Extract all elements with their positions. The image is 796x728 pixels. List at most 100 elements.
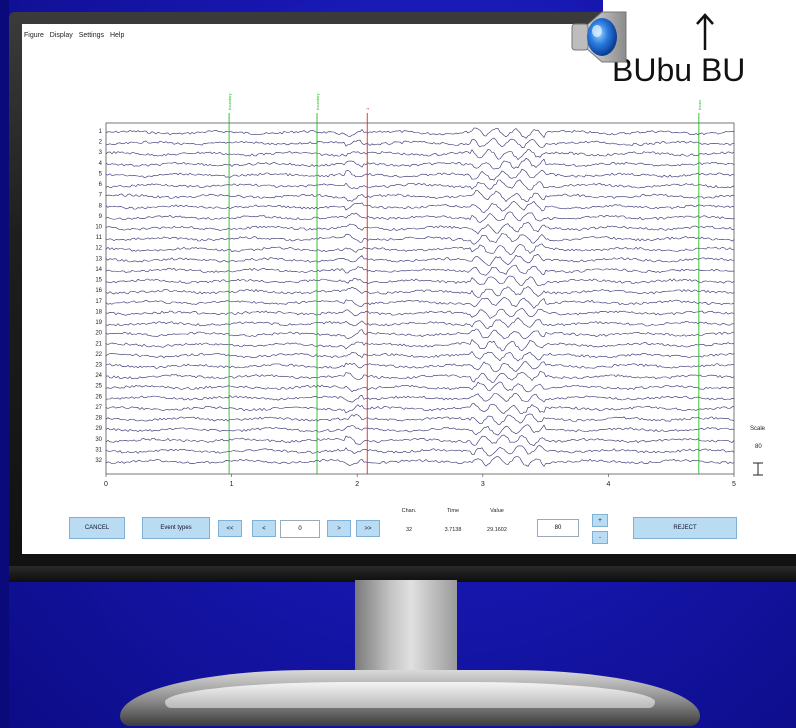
- eeg-trace: [105, 456, 735, 467]
- monitor-stand-base-top: [165, 682, 655, 708]
- channel-label: 15: [95, 278, 102, 284]
- callout-text: BUbu BU: [612, 52, 746, 88]
- event-label: 1: [365, 107, 370, 110]
- value-value: 29.1602: [487, 527, 507, 533]
- channel-label: 3: [99, 150, 103, 156]
- speaker-icon[interactable]: [568, 4, 632, 70]
- eeg-trace: [105, 381, 735, 393]
- channel-label: 25: [95, 384, 102, 390]
- channel-label: 24: [95, 373, 102, 379]
- event-types-button[interactable]: Event types: [142, 517, 210, 539]
- eeg-trace: [105, 179, 735, 191]
- scale-value: 80: [755, 444, 762, 450]
- last-page-button[interactable]: >>: [356, 520, 380, 537]
- channel-label: 21: [95, 341, 102, 347]
- eeg-trace: [105, 413, 735, 425]
- x-tick-label: 5: [732, 481, 736, 488]
- channel-label: 12: [95, 246, 102, 252]
- channel-label: 1: [99, 129, 103, 135]
- event-label: boundary: [227, 93, 232, 110]
- x-tick-label: 3: [481, 481, 485, 488]
- eeg-trace: [105, 221, 734, 235]
- event-label: boundary: [315, 93, 320, 110]
- channel-label: 9: [99, 214, 103, 220]
- eeg-trace: [105, 392, 735, 403]
- eeg-trace: [105, 434, 735, 446]
- scale-down-button[interactable]: -: [592, 531, 608, 544]
- time-header: Time: [446, 508, 460, 514]
- x-tick-label: 1: [230, 481, 234, 488]
- channel-label: 8: [99, 203, 103, 209]
- channel-label: 27: [95, 405, 102, 411]
- chan-value: 32: [405, 527, 413, 533]
- eeg-trace: [105, 338, 735, 352]
- value-header: Value: [490, 508, 504, 514]
- channel-label: 29: [95, 426, 102, 432]
- eeg-trace: [105, 328, 735, 340]
- eeg-trace: [105, 211, 735, 223]
- channel-label: 13: [95, 256, 102, 262]
- channel-label: 26: [95, 394, 102, 400]
- first-page-button[interactable]: <<: [218, 520, 242, 537]
- next-page-button[interactable]: >: [327, 520, 351, 537]
- scale-label: Scale: [750, 426, 766, 432]
- cancel-button[interactable]: CANCEL: [69, 517, 125, 539]
- eeg-trace: [105, 243, 735, 255]
- x-tick-label: 0: [104, 481, 108, 488]
- eeg-trace: [105, 158, 735, 170]
- eeg-trace: [105, 445, 735, 457]
- eeg-trace: [105, 137, 734, 148]
- left-edge-strip: [0, 0, 9, 728]
- eeg-trace: [105, 317, 734, 329]
- channel-label: 5: [99, 171, 103, 177]
- eeg-trace: [105, 371, 735, 383]
- eeg-trace: [105, 233, 735, 245]
- eeg-trace: [105, 275, 735, 287]
- x-tick-label: 4: [606, 481, 610, 488]
- scale-up-button[interactable]: +: [592, 514, 608, 527]
- eeg-trace: [105, 286, 735, 298]
- eeg-trace: [105, 189, 735, 202]
- eeg-trace: [105, 168, 734, 181]
- eeg-window: Figure Display Settings Help x 123456789…: [22, 24, 796, 554]
- chan-header: Chan.: [401, 508, 417, 514]
- channel-label: 7: [99, 193, 103, 199]
- time-value: 3.7138: [444, 527, 462, 533]
- eeg-trace: [105, 200, 735, 214]
- prev-page-button[interactable]: <: [252, 520, 276, 537]
- channel-label: 11: [96, 235, 103, 241]
- eeg-trace: [105, 351, 735, 362]
- channel-label: 19: [95, 320, 102, 326]
- channel-label: 18: [95, 309, 102, 315]
- channel-label: 10: [95, 225, 102, 231]
- channel-label: 31: [95, 447, 102, 453]
- channel-label: 22: [95, 352, 102, 358]
- position-input[interactable]: 0: [280, 520, 320, 538]
- eeg-trace: [105, 296, 735, 309]
- channel-label: 4: [99, 161, 103, 167]
- channel-label: 28: [95, 416, 102, 422]
- channel-label: 20: [95, 331, 102, 337]
- eeg-trace: [105, 253, 735, 266]
- scale-input[interactable]: 80: [537, 519, 579, 537]
- channel-label: 30: [95, 437, 102, 443]
- channel-label: 16: [95, 288, 102, 294]
- channel-label: 32: [95, 458, 102, 464]
- channel-label: 6: [99, 182, 103, 188]
- eeg-trace: [105, 403, 735, 415]
- channel-label: 17: [95, 299, 102, 305]
- eeg-trace: [105, 148, 735, 161]
- eeg-trace: [105, 424, 735, 436]
- x-tick-label: 2: [355, 481, 359, 488]
- channel-label: 23: [95, 362, 102, 368]
- eeg-trace: [105, 307, 735, 319]
- eeg-plot[interactable]: 1234567891011121314151617181920212223242…: [22, 24, 796, 554]
- up-arrow-icon: [694, 12, 716, 57]
- channel-label: 2: [99, 140, 103, 146]
- reject-button[interactable]: REJECT: [633, 517, 737, 539]
- scale-bar-icon: [753, 462, 763, 476]
- channel-label: 14: [95, 267, 102, 273]
- eeg-trace: [105, 264, 735, 276]
- eeg-trace: [105, 361, 734, 373]
- eeg-trace: [105, 127, 735, 139]
